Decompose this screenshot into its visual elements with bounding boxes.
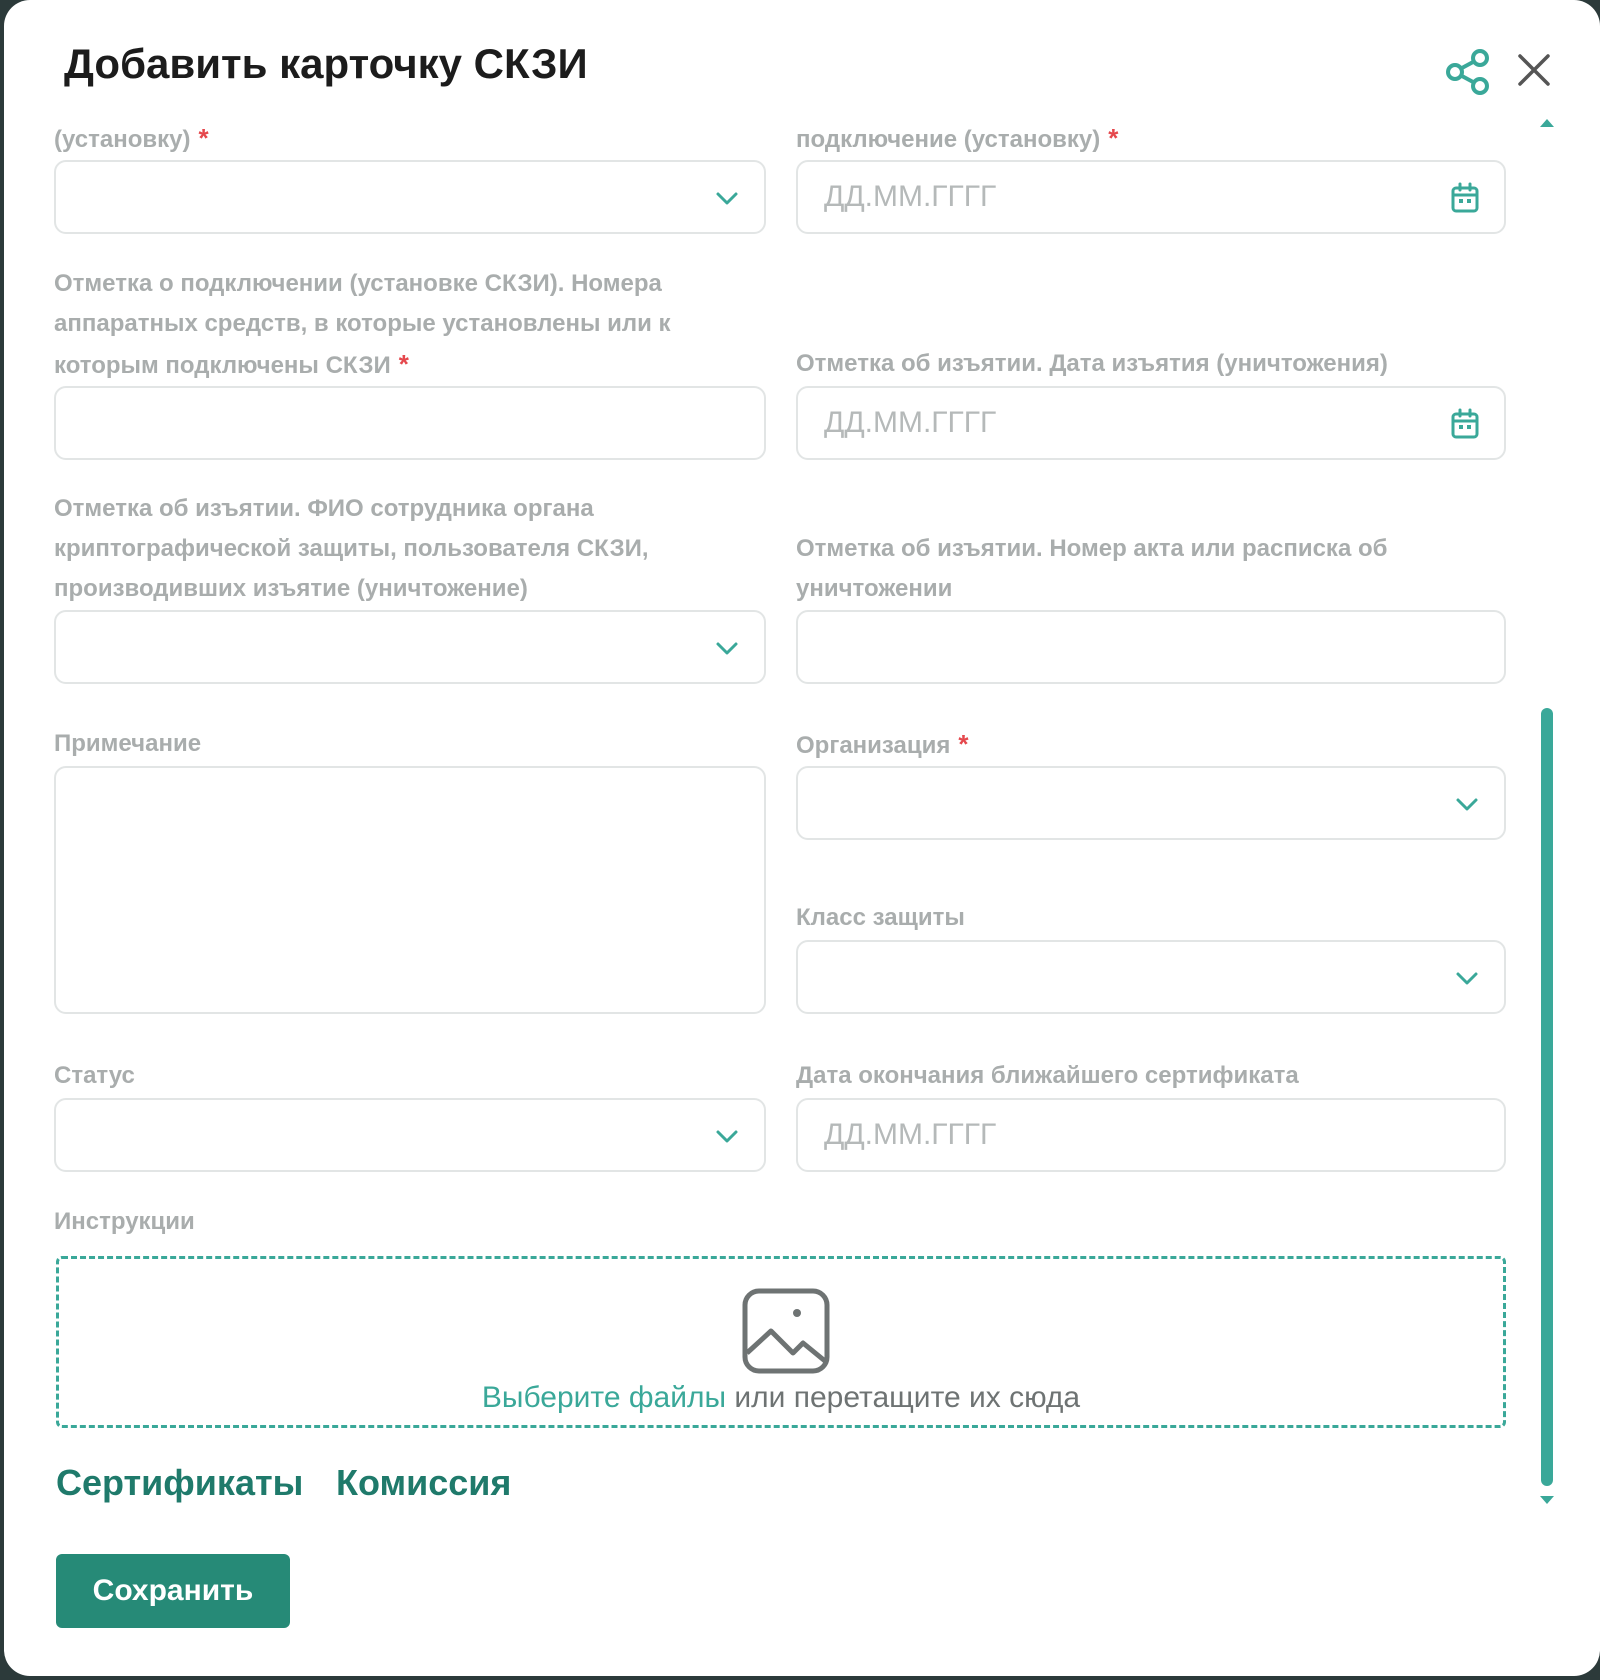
withdraw-person-label: Отметка об изъятии. ФИО сотрудника орган… [54, 495, 649, 602]
dropzone-text: Выберите файлы или перетащите их сюда [59, 1381, 1503, 1415]
required-mark: * [958, 729, 969, 759]
required-mark: * [398, 349, 409, 379]
save-button[interactable]: Сохранить [56, 1554, 290, 1628]
install-by-label: (установку) * [54, 123, 209, 153]
chevron-down-icon [716, 642, 738, 655]
file-dropzone[interactable]: Выберите файлы или перетащите их сюда [56, 1256, 1506, 1428]
install-date-input[interactable]: ДД.ММ.ГГГГ [796, 160, 1506, 234]
note-textarea[interactable] [54, 766, 766, 1014]
withdraw-person-select[interactable] [54, 610, 766, 684]
hw-numbers-label: Отметка о подключении (установке СКЗИ). … [54, 270, 671, 379]
scroll-down-arrow-icon[interactable] [1538, 1494, 1556, 1506]
status-label: Статус [54, 1062, 135, 1089]
protection-class-label: Класс защиты [796, 904, 965, 931]
calendar-icon[interactable] [1450, 408, 1480, 440]
hw-numbers-input[interactable] [54, 386, 766, 460]
cert-end-date-placeholder: ДД.ММ.ГГГГ [824, 1118, 997, 1151]
chevron-down-icon [1456, 972, 1478, 985]
cert-end-date-input[interactable]: ДД.ММ.ГГГГ [796, 1098, 1506, 1172]
chevron-down-icon [716, 192, 738, 205]
withdraw-act-label: Отметка об изъятии. Номер акта или распи… [796, 535, 1388, 602]
tab-certificates[interactable]: Сертификаты [56, 1462, 303, 1504]
withdraw-date-input[interactable]: ДД.ММ.ГГГГ [796, 386, 1506, 460]
note-label: Примечание [54, 730, 202, 757]
withdraw-date-label: Отметка об изъятии. Дата изъятия (уничто… [796, 350, 1388, 377]
withdraw-act-input[interactable] [796, 610, 1506, 684]
choose-files-link[interactable]: Выберите файлы [482, 1381, 726, 1414]
organization-label: Организация * [796, 729, 969, 759]
cert-end-date-label: Дата окончания ближайшего сертификата [796, 1062, 1299, 1089]
chevron-down-icon [716, 1130, 738, 1143]
install-date-label: подключение (установку) * [796, 123, 1119, 153]
organization-select[interactable] [796, 766, 1506, 840]
image-icon [742, 1288, 830, 1374]
install-date-placeholder: ДД.ММ.ГГГГ [824, 180, 997, 213]
close-icon[interactable] [1514, 50, 1554, 90]
required-mark: * [1108, 123, 1119, 153]
tab-commission[interactable]: Комиссия [336, 1462, 511, 1504]
required-mark: * [198, 123, 209, 153]
calendar-icon[interactable] [1450, 182, 1480, 214]
share-icon[interactable] [1444, 48, 1492, 96]
add-skzi-card-dialog: Добавить карточку СКЗИ (установку) * подк… [4, 0, 1600, 1676]
dropzone-hint: или перетащите их сюда [726, 1381, 1081, 1414]
instructions-label: Инструкции [54, 1208, 195, 1235]
protection-class-select[interactable] [796, 940, 1506, 1014]
dialog-title: Добавить карточку СКЗИ [64, 40, 588, 87]
install-by-select[interactable] [54, 160, 766, 234]
status-select[interactable] [54, 1098, 766, 1172]
withdraw-date-placeholder: ДД.ММ.ГГГГ [824, 406, 997, 439]
chevron-down-icon [1456, 798, 1478, 811]
scrollbar-thumb[interactable] [1541, 708, 1553, 1486]
scroll-up-arrow-icon[interactable] [1538, 117, 1556, 129]
